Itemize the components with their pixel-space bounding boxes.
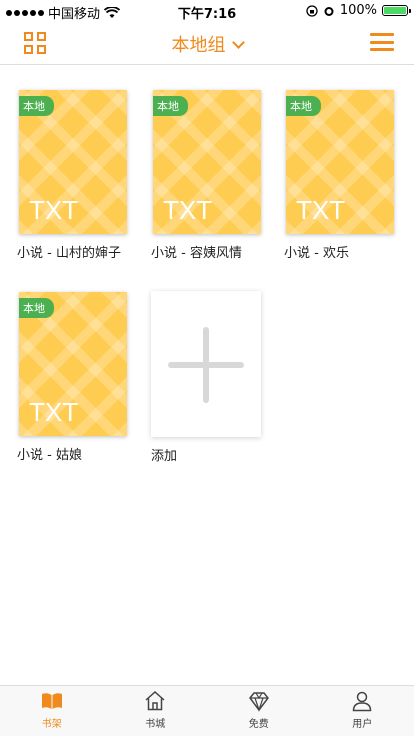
status-bar: 中国移动 下午7:16 100% bbox=[0, 0, 414, 22]
tab-bookshelf[interactable]: 书架 bbox=[0, 686, 104, 736]
tab-free[interactable]: 免费 bbox=[207, 686, 311, 736]
tab-user[interactable]: 用户 bbox=[311, 686, 414, 736]
tab-bookstore[interactable]: 书城 bbox=[104, 686, 208, 736]
book-title: 小说 - 姑娘 bbox=[17, 448, 82, 463]
tab-label: 用户 bbox=[352, 719, 373, 730]
file-type-label: TXT bbox=[163, 195, 213, 225]
book-title: 小说 - 容姨风情 bbox=[151, 246, 242, 261]
book-cover: 本地 TXT bbox=[19, 90, 127, 234]
tab-label: 书城 bbox=[145, 719, 166, 730]
book-item[interactable]: 本地 TXT 小说 - 欢乐 bbox=[284, 90, 396, 261]
book-cover: 本地 TXT bbox=[153, 90, 261, 234]
add-label: 添加 bbox=[151, 449, 178, 464]
local-badge: 本地 bbox=[153, 96, 188, 116]
book-cover: 本地 TXT bbox=[286, 90, 394, 234]
alarm-icon bbox=[324, 6, 334, 16]
book-open-icon bbox=[41, 693, 62, 709]
book-title: 小说 - 山村的婶子 bbox=[17, 246, 121, 261]
file-type-label: TXT bbox=[296, 195, 346, 225]
tab-label: 书架 bbox=[41, 719, 62, 730]
file-type-label: TXT bbox=[29, 397, 79, 427]
battery-icon bbox=[382, 5, 411, 16]
local-badge: 本地 bbox=[19, 96, 54, 116]
tab-label: 免费 bbox=[248, 719, 269, 730]
nav-bar: 本地组 bbox=[0, 22, 414, 65]
orientation-lock-icon bbox=[306, 4, 318, 17]
house-icon bbox=[145, 690, 165, 711]
user-icon bbox=[352, 691, 372, 712]
page-title: 本地组 bbox=[171, 35, 226, 56]
chevron-down-icon bbox=[231, 36, 245, 49]
file-type-label: TXT bbox=[29, 195, 79, 225]
book-item[interactable]: 本地 TXT 小说 - 姑娘 bbox=[17, 292, 129, 463]
book-item[interactable]: 本地 TXT 小说 - 容姨风情 bbox=[151, 90, 263, 261]
book-item[interactable]: 本地 TXT 小说 - 山村的婶子 bbox=[17, 90, 129, 261]
battery-percent: 100% bbox=[339, 3, 377, 18]
add-book-item[interactable]: 添加 bbox=[151, 291, 263, 464]
book-cover: 本地 TXT bbox=[19, 292, 127, 436]
tab-bar: 书架 书城 免费 用户 bbox=[0, 685, 414, 736]
menu-icon[interactable] bbox=[370, 33, 394, 51]
group-selector[interactable]: 本地组 bbox=[0, 31, 414, 57]
book-title: 小说 - 欢乐 bbox=[284, 246, 349, 261]
add-book-button[interactable] bbox=[151, 291, 261, 437]
local-badge: 本地 bbox=[19, 298, 54, 318]
status-right: 100% bbox=[306, 3, 411, 18]
local-badge: 本地 bbox=[286, 96, 321, 116]
diamond-icon bbox=[248, 692, 269, 712]
